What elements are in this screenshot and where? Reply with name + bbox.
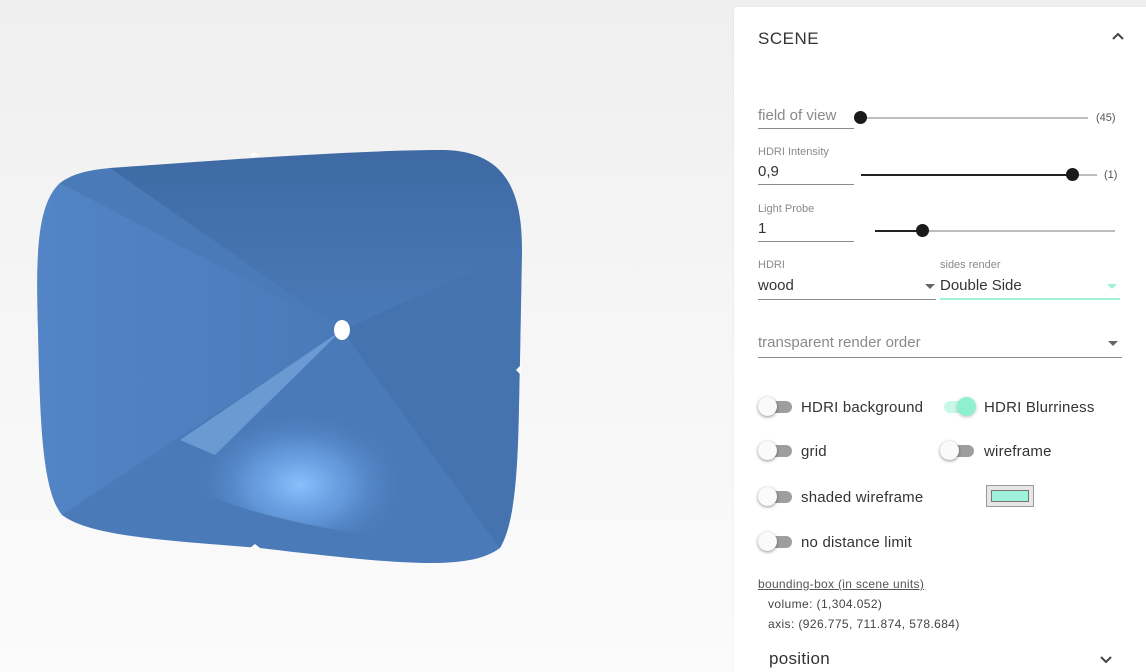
transparent-render-order-placeholder: transparent render order — [758, 334, 921, 351]
light-probe-underline — [758, 241, 854, 242]
wireframe-label: wireframe — [984, 443, 1052, 460]
position-label: position — [769, 649, 830, 668]
field-of-view-slider[interactable] — [854, 110, 1090, 126]
wireframe-toggle[interactable] — [940, 441, 976, 461]
bounding-box-link[interactable]: bounding-box (in scene units) — [758, 577, 924, 591]
scene-settings-panel: SCENE field of view (45) HDRI Intensity … — [734, 7, 1146, 672]
hdri-select-value: wood — [758, 277, 794, 294]
chevron-down-icon — [925, 284, 935, 289]
bounding-box-axis: axis: (926.775, 711.874, 578.684) — [768, 617, 960, 631]
field-of-view-underline — [758, 128, 854, 129]
hdri-intensity-slider[interactable] — [861, 167, 1097, 183]
position-section-header[interactable]: position — [758, 645, 1146, 672]
chevron-down-icon — [1098, 651, 1114, 667]
hdri-blurriness-label: HDRI Blurriness — [984, 399, 1095, 416]
light-probe-label: Light Probe — [758, 203, 815, 215]
hdri-intensity-input[interactable]: 0,9 — [758, 163, 779, 180]
shaded-wireframe-label: shaded wireframe — [801, 489, 924, 506]
light-probe-input[interactable]: 1 — [758, 220, 766, 237]
hdri-background-label: HDRI background — [801, 399, 924, 416]
hdri-label: HDRI — [758, 259, 785, 271]
sides-render-select-value: Double Side — [940, 277, 1022, 294]
hdri-background-toggle[interactable] — [758, 397, 794, 417]
3d-viewport[interactable] — [0, 0, 715, 672]
light-probe-slider[interactable] — [875, 223, 1115, 239]
sides-render-select[interactable]: Double Side — [940, 275, 1120, 300]
hdri-intensity-thumb[interactable] — [1066, 168, 1079, 181]
panel-title: SCENE — [758, 29, 820, 48]
mesh-vertex-hole — [334, 320, 350, 340]
hdri-intensity-label: HDRI Intensity — [758, 146, 829, 158]
sides-render-label: sides render — [940, 259, 1001, 271]
bounding-box-volume: volume: (1,304.052) — [768, 597, 883, 611]
hdri-select[interactable]: wood — [758, 275, 936, 300]
transparent-render-order-select[interactable]: transparent render order — [758, 332, 1122, 358]
mesh-render — [37, 150, 523, 564]
chevron-down-icon — [1107, 284, 1117, 289]
grid-label: grid — [801, 443, 827, 460]
hdri-intensity-value: (1) — [1104, 169, 1118, 181]
wireframe-color-picker[interactable] — [986, 485, 1034, 507]
field-of-view-value: (45) — [1096, 112, 1116, 124]
chevron-down-icon — [1108, 341, 1118, 346]
hdri-intensity-underline — [758, 184, 854, 185]
no-distance-limit-toggle[interactable] — [758, 532, 794, 552]
light-probe-thumb[interactable] — [916, 224, 929, 237]
no-distance-limit-label: no distance limit — [801, 534, 912, 551]
field-of-view-label: field of view — [758, 107, 837, 124]
chevron-up-icon[interactable] — [1108, 27, 1128, 47]
shaded-wireframe-toggle[interactable] — [758, 487, 794, 507]
hdri-blurriness-toggle[interactable] — [940, 397, 976, 417]
grid-toggle[interactable] — [758, 441, 794, 461]
field-of-view-thumb[interactable] — [854, 111, 867, 124]
